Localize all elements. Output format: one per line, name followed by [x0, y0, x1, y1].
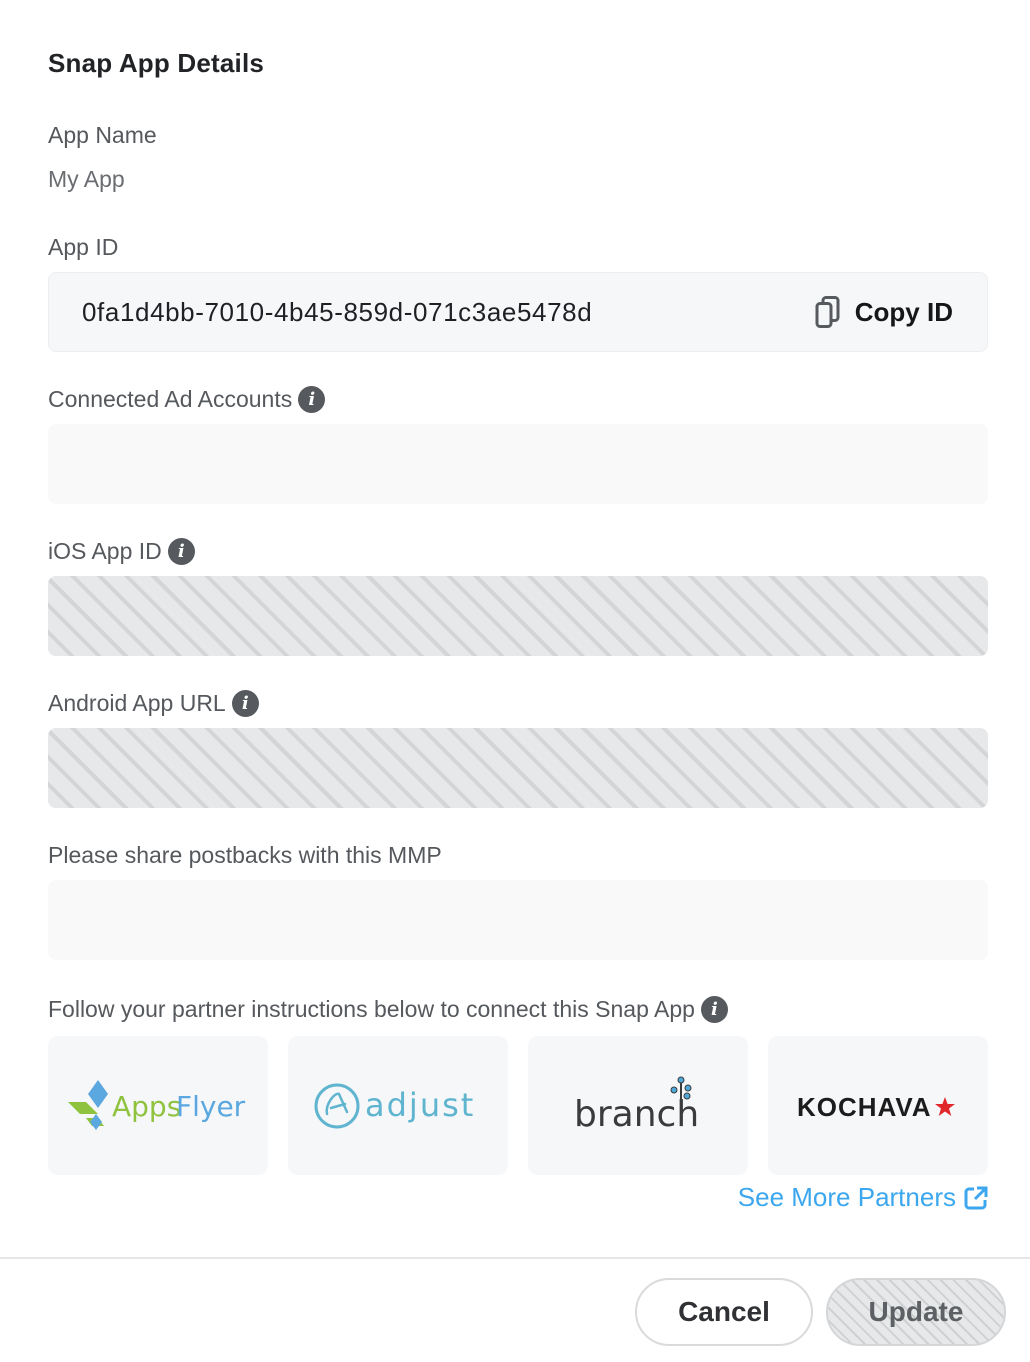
- app-name-value: My App: [48, 166, 125, 192]
- partner-card-adjust[interactable]: adjust: [288, 1036, 508, 1175]
- partner-card-kochava[interactable]: KOCHAVA: [768, 1036, 988, 1175]
- adjust-logo: adjust: [314, 1083, 475, 1128]
- partners-instructions-label: Follow your partner instructions below t…: [48, 996, 728, 1023]
- kochava-logo: KOCHAVA: [797, 1092, 955, 1122]
- ios-app-id-label-text: iOS App ID: [48, 538, 162, 564]
- branch-logo: branch: [574, 1076, 699, 1135]
- info-icon[interactable]: i: [298, 386, 326, 413]
- info-icon[interactable]: i: [167, 538, 195, 565]
- mmp-label: Please share postbacks with this MMP: [48, 842, 442, 869]
- connected-ad-accounts-label-text: Connected Ad Accounts: [48, 386, 293, 412]
- update-button[interactable]: Update: [826, 1278, 1006, 1346]
- app-id-value: 0fa1d4bb-7010-4b45-859d-071c3ae5478d: [82, 296, 593, 327]
- copy-icon: [815, 296, 840, 328]
- adjust-logo-text: adjust: [365, 1086, 475, 1124]
- android-app-url-label: Android App URL i: [48, 690, 259, 717]
- copy-id-label: Copy ID: [854, 296, 953, 327]
- footer-divider: [0, 1257, 1030, 1259]
- snap-app-details-panel: Snap App Details App Name My App App ID …: [0, 0, 1030, 1362]
- info-icon[interactable]: i: [231, 690, 259, 717]
- appsflyer-logo-text-apps: Apps: [112, 1090, 181, 1123]
- partner-card-branch[interactable]: branch: [528, 1036, 748, 1175]
- partners-instructions-text: Follow your partner instructions below t…: [48, 996, 695, 1022]
- cancel-button[interactable]: Cancel: [635, 1278, 813, 1346]
- connected-ad-accounts-field[interactable]: [48, 424, 988, 504]
- kochava-logo-text: KOCHAVA: [797, 1092, 932, 1122]
- ios-app-id-input: [48, 576, 988, 656]
- android-app-url-input: [48, 728, 988, 808]
- app-name-label-text: App Name: [48, 122, 157, 148]
- appsflyer-logo-text-flyer: Flyer: [176, 1090, 246, 1123]
- see-more-partners-label: See More Partners: [737, 1182, 956, 1212]
- mmp-label-text: Please share postbacks with this MMP: [48, 842, 442, 868]
- info-icon[interactable]: i: [700, 996, 728, 1023]
- star-icon: [935, 1096, 955, 1116]
- copy-id-button[interactable]: Copy ID: [815, 296, 953, 328]
- partner-list: Apps Flyer adjust branch KOCHAVA: [48, 1036, 988, 1175]
- app-name-label: App Name: [48, 122, 157, 149]
- app-id-field: 0fa1d4bb-7010-4b45-859d-071c3ae5478d Cop…: [48, 272, 988, 352]
- connected-ad-accounts-label: Connected Ad Accounts i: [48, 386, 326, 413]
- ios-app-id-label: iOS App ID i: [48, 538, 195, 565]
- android-app-url-label-text: Android App URL: [48, 690, 226, 716]
- page-title: Snap App Details: [48, 48, 265, 78]
- appsflyer-logo: Apps Flyer: [68, 1079, 246, 1130]
- see-more-partners-link[interactable]: See More Partners: [738, 1182, 988, 1213]
- mmp-select[interactable]: [48, 880, 988, 960]
- external-link-icon: [964, 1186, 988, 1209]
- app-id-label-text: App ID: [48, 234, 119, 260]
- app-id-label: App ID: [48, 234, 118, 261]
- partner-card-appsflyer[interactable]: Apps Flyer: [48, 1036, 268, 1175]
